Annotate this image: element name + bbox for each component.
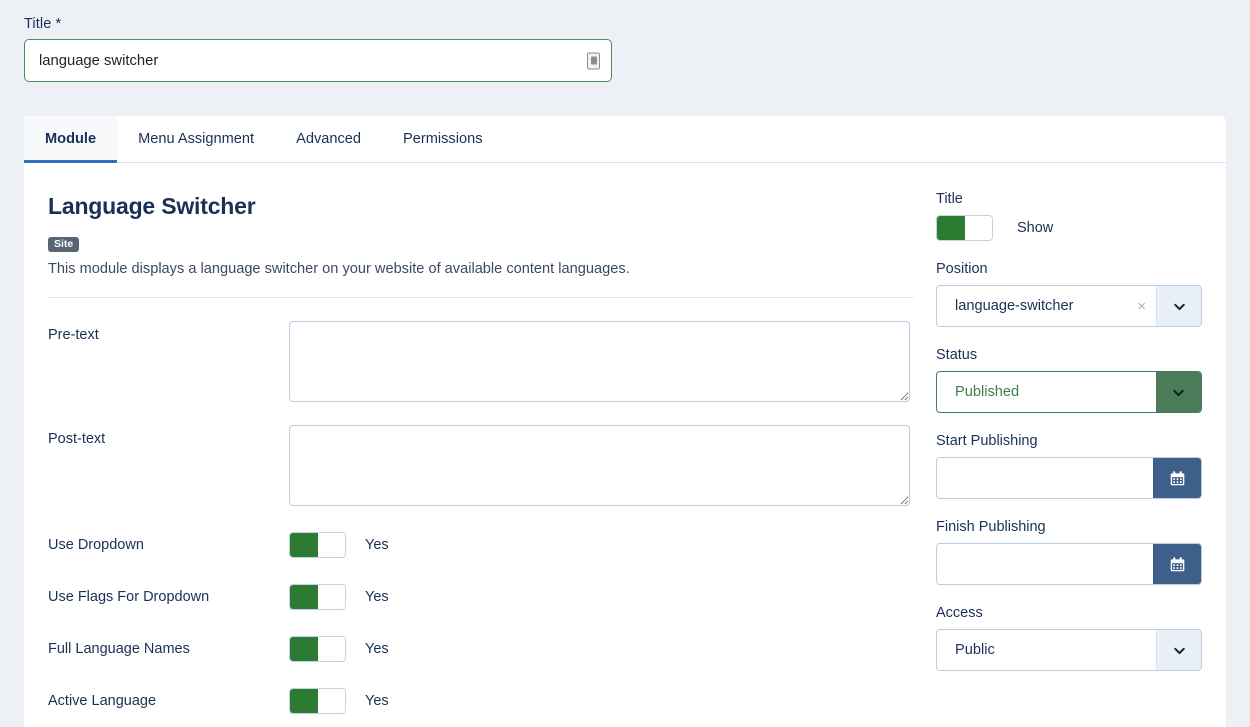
active-language-value: Yes	[365, 693, 389, 709]
finish-publishing-input[interactable]	[937, 544, 1153, 584]
use-flags-value: Yes	[365, 589, 389, 605]
module-description: This module displays a language switcher…	[48, 261, 630, 277]
title-field-group: Title *	[24, 16, 614, 82]
access-select[interactable]: Public	[936, 629, 1202, 671]
full-language-names-label: Full Language Names	[48, 641, 190, 657]
use-flags-toggle[interactable]	[289, 584, 346, 610]
title-input-wrapper	[24, 39, 612, 82]
calendar-icon[interactable]	[1153, 458, 1201, 498]
show-title-value: Show	[1017, 220, 1054, 236]
sidebar-finish-publishing-group: Finish Publishing	[936, 519, 1202, 585]
sidebar-title-group: Title Show	[936, 191, 1202, 241]
finish-publishing-label: Finish Publishing	[936, 519, 1046, 535]
section-divider	[48, 297, 914, 298]
position-clear-icon[interactable]: ×	[1127, 286, 1156, 326]
module-main-column: Language Switcher Site This module displ…	[48, 187, 914, 714]
toggle-off-half	[317, 637, 345, 661]
sidebar-status-group: Status Published	[936, 347, 1202, 413]
position-select[interactable]: language-switcher ×	[936, 285, 1202, 327]
use-flags-label: Use Flags For Dropdown	[48, 589, 210, 605]
toggle-off-half	[317, 585, 345, 609]
pre-text-label: Pre-text	[48, 327, 99, 343]
sidebar-start-publishing-group: Start Publishing	[936, 433, 1202, 499]
toggle-off-half	[964, 216, 992, 240]
toggle-on-half	[290, 585, 318, 609]
title-input[interactable]	[24, 39, 612, 82]
tab-module[interactable]: Module	[24, 116, 118, 163]
active-language-toggle[interactable]	[289, 688, 346, 714]
chevron-down-icon[interactable]	[1156, 372, 1201, 412]
use-flags-row: Use Flags For Dropdown Yes	[48, 584, 914, 610]
sidebar-position-group: Position language-switcher ×	[936, 261, 1202, 327]
use-dropdown-label: Use Dropdown	[48, 537, 144, 553]
position-label: Position	[936, 261, 988, 277]
toggle-on-half	[290, 533, 318, 557]
use-dropdown-value: Yes	[365, 537, 389, 553]
post-text-label: Post-text	[48, 431, 106, 447]
tab-permissions[interactable]: Permissions	[382, 116, 503, 162]
module-edit-page: Title * Module Menu Assignment Advanced …	[0, 0, 1250, 727]
tab-menu-assignment[interactable]: Menu Assignment	[117, 116, 275, 162]
toggle-off-half	[317, 533, 345, 557]
pre-text-textarea[interactable]	[289, 321, 910, 402]
start-publishing-field	[936, 457, 1202, 499]
toggle-on-half	[290, 689, 318, 713]
finish-publishing-field	[936, 543, 1202, 585]
card-body: Language Switcher Site This module displ…	[24, 163, 1226, 714]
start-publishing-input[interactable]	[937, 458, 1153, 498]
status-value: Published	[955, 384, 1020, 400]
sidebar-title-label: Title	[936, 191, 963, 207]
show-title-toggle[interactable]	[936, 215, 993, 241]
module-scope-badge: Site	[48, 236, 80, 252]
post-text-textarea[interactable]	[289, 425, 910, 506]
chevron-down-icon[interactable]	[1156, 286, 1201, 326]
start-publishing-label: Start Publishing	[936, 433, 1038, 449]
toggle-on-half	[290, 637, 318, 661]
module-heading: Language Switcher	[48, 193, 256, 219]
module-sidebar: Title Show Position language-switcher ×	[936, 187, 1202, 714]
use-dropdown-row: Use Dropdown Yes	[48, 532, 914, 558]
pre-text-row: Pre-text	[48, 321, 914, 402]
status-label: Status	[936, 347, 978, 363]
active-language-label: Active Language	[48, 693, 157, 709]
tab-bar: Module Menu Assignment Advanced Permissi…	[24, 116, 1226, 163]
full-language-names-row: Full Language Names Yes	[48, 636, 914, 662]
module-card: Module Menu Assignment Advanced Permissi…	[24, 116, 1226, 727]
tab-advanced[interactable]: Advanced	[275, 116, 382, 162]
full-language-names-toggle[interactable]	[289, 636, 346, 662]
status-select[interactable]: Published	[936, 371, 1202, 413]
access-value: Public	[955, 642, 995, 658]
full-language-names-value: Yes	[365, 641, 389, 657]
calendar-icon[interactable]	[1153, 544, 1201, 584]
toggle-off-half	[317, 689, 345, 713]
position-value: language-switcher	[955, 298, 1074, 314]
active-language-row: Active Language Yes	[48, 688, 914, 714]
sidebar-access-group: Access Public	[936, 605, 1202, 671]
post-text-row: Post-text	[48, 425, 914, 506]
sidebar-title-toggle-row: Show	[936, 215, 1202, 241]
title-field-label: Title *	[24, 16, 62, 32]
access-label: Access	[936, 605, 983, 621]
autofill-icon[interactable]	[587, 52, 600, 69]
use-dropdown-toggle[interactable]	[289, 532, 346, 558]
chevron-down-icon[interactable]	[1156, 630, 1201, 670]
toggle-on-half	[937, 216, 965, 240]
